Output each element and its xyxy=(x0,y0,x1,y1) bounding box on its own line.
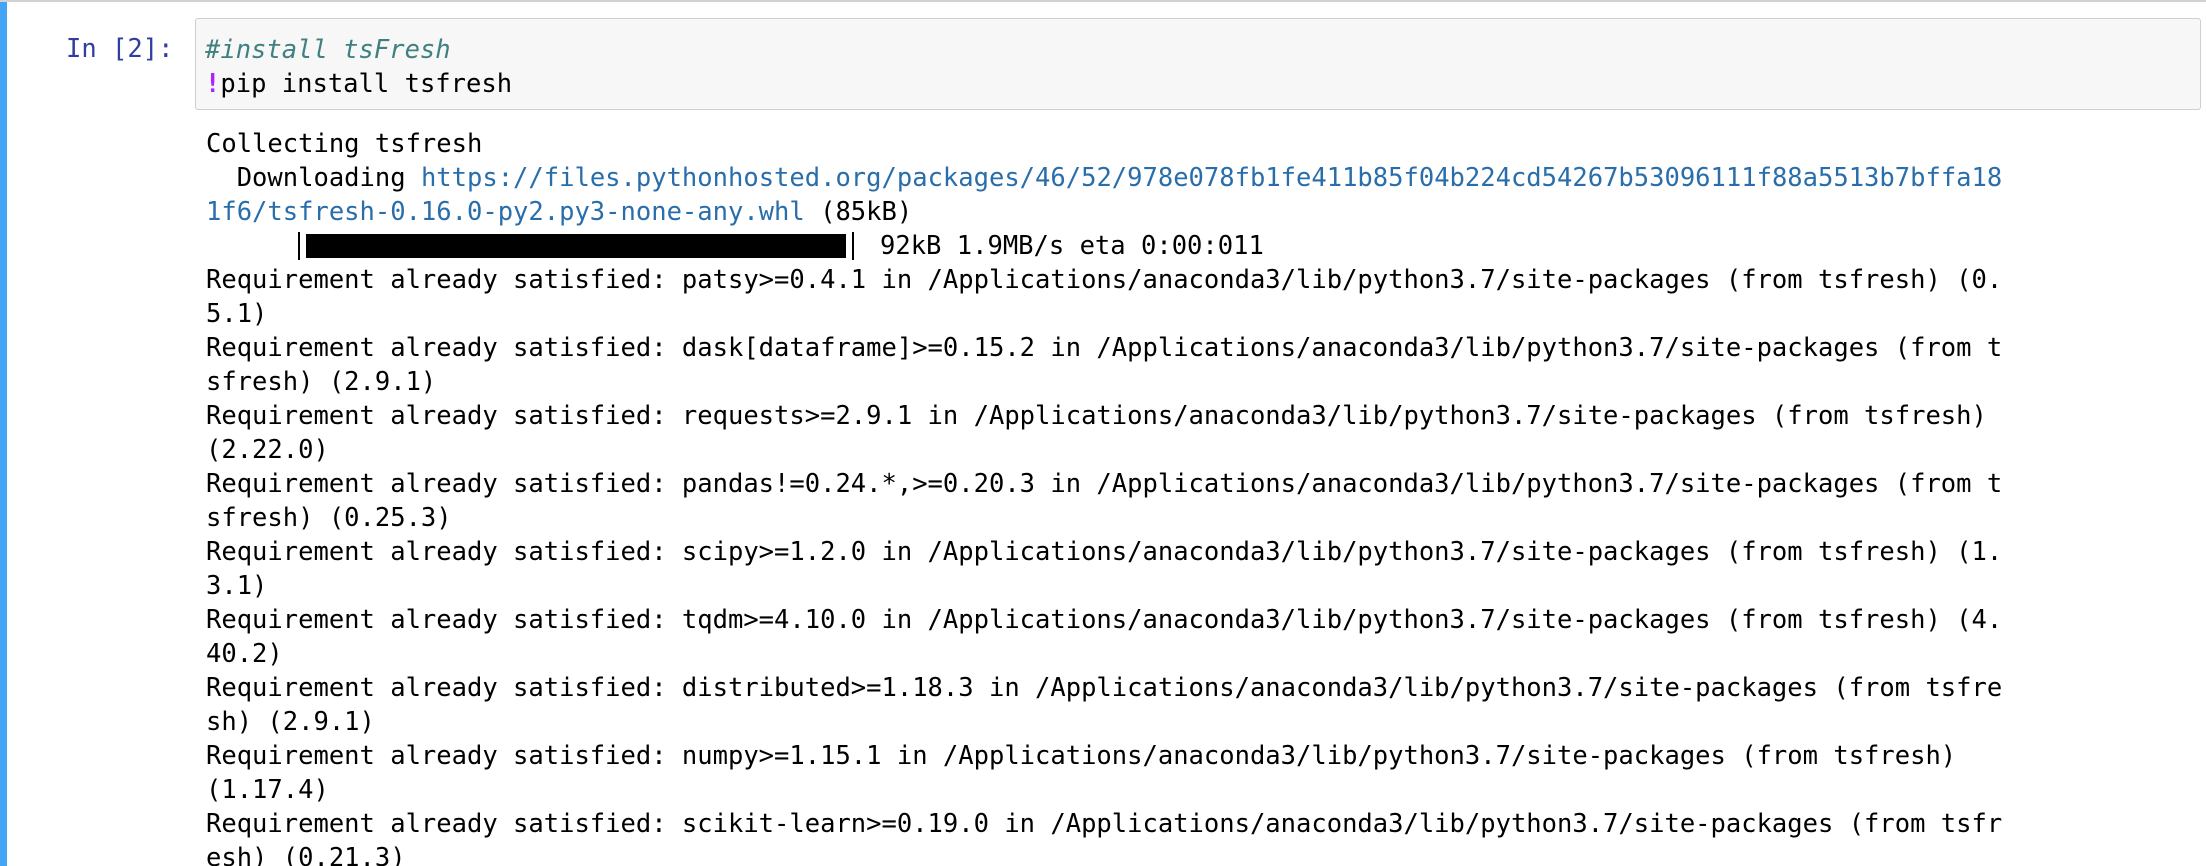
output-line: Requirement already satisfied: distribut… xyxy=(206,673,2003,703)
notebook-page: In [2]: #install tsFresh !pip install tsf… xyxy=(0,0,2206,866)
output-line: Requirement already satisfied: tqdm>=4.1… xyxy=(206,605,2003,635)
output-line: (1.17.4) xyxy=(206,775,329,805)
code-cell-input[interactable]: #install tsFresh !pip install tsfresh xyxy=(195,18,2201,110)
input-prompt: In [2]: xyxy=(66,34,174,64)
output-line: Requirement already satisfied: requests>… xyxy=(206,401,1987,431)
output-collecting: Collecting tsfresh xyxy=(206,129,483,159)
output-line: Requirement already satisfied: patsy>=0.… xyxy=(206,265,2003,295)
shell-command: pip install tsfresh xyxy=(220,69,513,99)
output-line: Requirement already satisfied: scikit-le… xyxy=(206,809,2003,839)
code-line-command: !pip install tsfresh xyxy=(205,67,2190,101)
output-downloading-cont: 1f6/tsfresh-0.16.0-py2.py3-none-any.whl … xyxy=(206,195,2196,229)
output-line: 40.2) xyxy=(206,639,283,669)
output-downloading: Downloading https://files.pythonhosted.o… xyxy=(206,161,2196,195)
output-line: esh) (0.21.3) xyxy=(206,843,406,866)
progress-bar-fill xyxy=(306,234,846,258)
output-line: Requirement already satisfied: pandas!=0… xyxy=(206,469,2003,499)
selected-cell-indicator xyxy=(0,2,7,866)
output-line: sfresh) (2.9.1) xyxy=(206,367,437,397)
download-link-cont[interactable]: 1f6/tsfresh-0.16.0-py2.py3-none-any.whl xyxy=(206,197,805,227)
output-line: 5.1) xyxy=(206,299,268,329)
code-comment: #install tsFresh xyxy=(205,35,451,65)
output-line: Requirement already satisfied: dask[data… xyxy=(206,333,2003,363)
download-progress: 92kB 1.9MB/s eta 0:00:011 xyxy=(206,229,2196,263)
output-line: sfresh) (0.25.3) xyxy=(206,503,452,533)
output-line: (2.22.0) xyxy=(206,435,329,465)
output-line: 3.1) xyxy=(206,571,268,601)
output-line: Requirement already satisfied: numpy>=1.… xyxy=(206,741,1957,771)
output-line: sh) (2.9.1) xyxy=(206,707,375,737)
cell-output: Collecting tsfresh Downloading https://f… xyxy=(206,127,2196,866)
progress-text: 92kB 1.9MB/s eta 0:00:011 xyxy=(880,231,1264,261)
download-size: (85kB) xyxy=(804,197,913,227)
requirement-lines: Requirement already satisfied: patsy>=0.… xyxy=(206,263,2196,866)
output-line: Requirement already satisfied: scipy>=1.… xyxy=(206,537,2003,567)
download-link[interactable]: https://files.pythonhosted.org/packages/… xyxy=(421,163,2002,193)
progress-bar xyxy=(298,232,854,260)
code-line-comment: #install tsFresh xyxy=(205,33,2190,67)
shell-bang: ! xyxy=(205,69,221,99)
downloading-label: Downloading xyxy=(206,163,421,193)
